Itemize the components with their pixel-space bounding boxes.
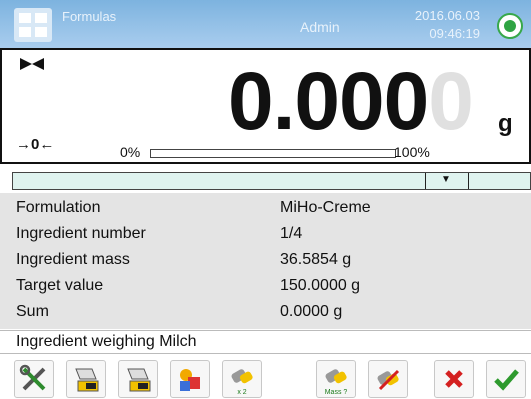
confirm-button[interactable] — [486, 360, 526, 398]
settings-tools-button[interactable] — [14, 360, 54, 398]
scale-tare-icon — [75, 368, 99, 392]
formulation-info-panel: Formulation MiHo-Creme Ingredient number… — [0, 193, 531, 329]
scale-option-button[interactable] — [118, 360, 158, 398]
tare-scale-button[interactable] — [66, 360, 106, 398]
date-display: 2016.06.03 — [414, 8, 480, 23]
logged-user[interactable]: Admin — [300, 19, 340, 35]
tolerance-low-marker — [425, 173, 426, 189]
info-label: Target value — [16, 277, 104, 294]
info-label: Formulation — [16, 199, 101, 216]
weight-last-digit: 0 — [428, 56, 474, 147]
zero-indicator: →0← — [16, 136, 55, 153]
weighing-display: →0← 0.0000 g 0% 100% — [0, 48, 531, 164]
info-row-ingredient-mass: Ingredient mass 36.5854 g — [16, 247, 526, 273]
info-row-ingredient-number: Ingredient number 1/4 — [16, 221, 526, 247]
grid-icon[interactable] — [14, 8, 52, 42]
info-row-sum: Sum 0.0000 g — [16, 299, 526, 325]
info-label: Ingredient number — [16, 225, 146, 242]
weight-unit[interactable]: g — [498, 110, 513, 138]
formula-multiply-icon — [231, 369, 253, 384]
skip-ingredient-button[interactable] — [368, 360, 408, 398]
stable-indicator-icon — [497, 13, 523, 39]
mass-formula-button[interactable]: Mass ? — [316, 360, 356, 398]
time-display: 09:46:19 — [429, 26, 480, 41]
formula-skip-icon — [377, 369, 400, 391]
tolerance-high-marker — [468, 173, 469, 189]
info-value: 36.5854 g — [280, 251, 352, 268]
info-value: 150.0000 g — [280, 277, 361, 294]
bottom-toolbar: x 2 Mass ? — [0, 356, 531, 399]
weight-reading: 0.0000 — [228, 56, 474, 148]
cross-icon — [445, 370, 463, 388]
info-row-target-value: Target value 150.0000 g — [16, 273, 526, 299]
info-value: MiHo-Creme — [280, 199, 371, 216]
button-tag: x 2 — [237, 389, 247, 396]
info-value: 0.0000 g — [280, 303, 343, 320]
info-label: Sum — [16, 303, 49, 320]
button-tag: Mass ? — [324, 389, 348, 396]
bargraph-end-label: 100% — [394, 144, 430, 160]
weight-value: 0.000 — [228, 56, 429, 147]
target-arrow-icon: ▼ — [441, 174, 451, 185]
target-tolerance-bar: ▼ — [12, 172, 531, 190]
stability-bowtie-icon — [20, 58, 44, 70]
tools-icon — [19, 364, 46, 391]
checkmark-icon — [494, 369, 519, 391]
info-value: 1/4 — [280, 225, 303, 242]
cancel-button[interactable] — [434, 360, 474, 398]
formula-mass-icon — [325, 369, 347, 384]
info-row-formulation: Formulation MiHo-Creme — [16, 195, 526, 221]
mode-title: Formulas — [62, 9, 117, 24]
scale-icon — [127, 368, 151, 392]
bargraph-start-label: 0% — [120, 144, 141, 160]
ingredients-icon — [180, 369, 200, 391]
info-label: Ingredient mass — [16, 251, 130, 268]
status-message: Ingredient weighing Milch — [0, 330, 531, 354]
title-bar: Formulas Admin 2016.06.03 09:46:19 — [0, 0, 531, 48]
bargraph — [150, 149, 396, 158]
ingredients-button[interactable] — [170, 360, 210, 398]
multiply-formula-button[interactable]: x 2 — [222, 360, 262, 398]
